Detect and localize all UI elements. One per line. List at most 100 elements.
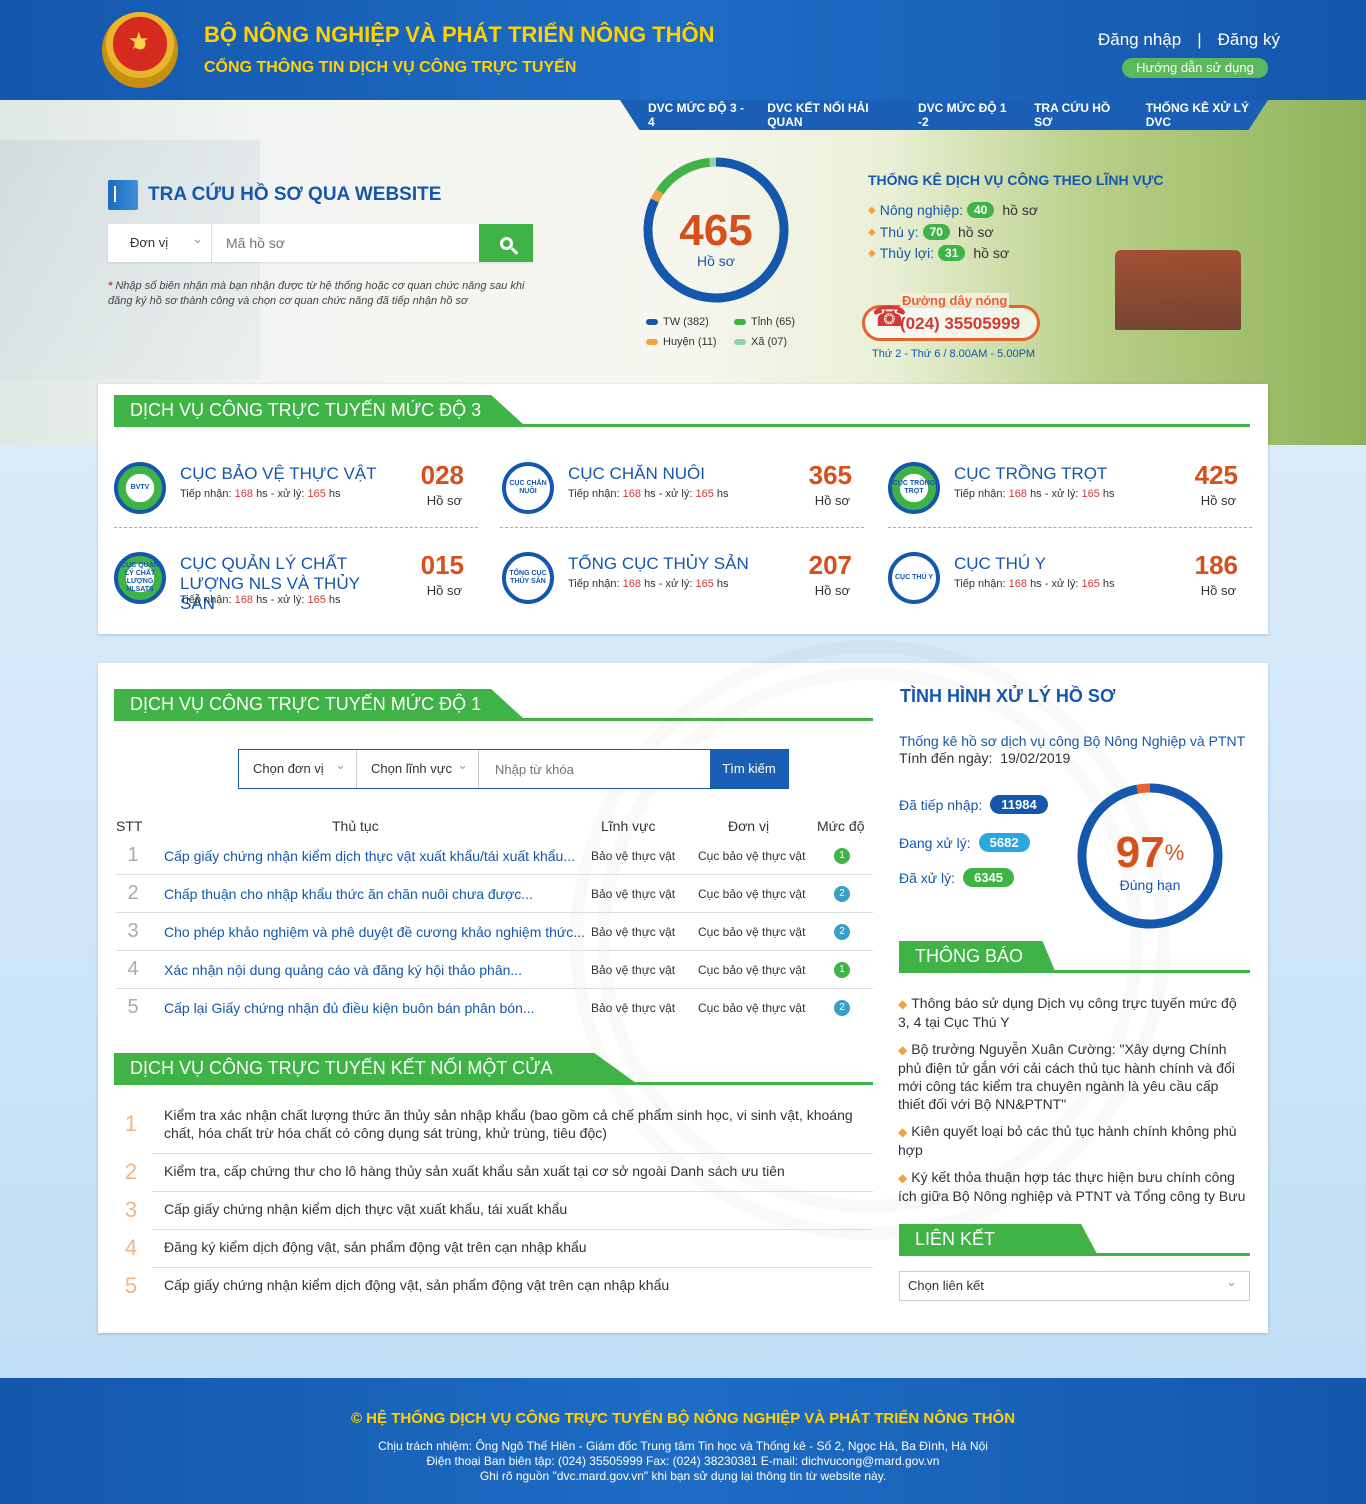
table-row[interactable]: 4 Xác nhận nội dung quảng cáo và đăng ký… [116,951,873,989]
unit-filter-select[interactable]: Chọn đơn vị [239,746,357,788]
agency-logo-icon: CỤC CHĂN NUÔI [502,462,554,514]
procedure-link[interactable]: Xác nhận nội dung quảng cáo và đăng ký h… [164,962,584,978]
item-index: 5 [124,1273,138,1298]
agency-card[interactable]: CỤC TRỒNG TRỌT CỤC TRỒNG TRỌT Tiếp nhận:… [888,452,1254,532]
hotline-box: ☎ Đường dây nóng (024) 35505999 [862,293,1040,345]
single-window-header: DỊCH VỤ CÔNG TRỰC TUYẾN KẾT NỐI MỘT CỬA … [114,1053,873,1085]
stat-irrigation[interactable]: ◆ Thủy lợi: 31 hồ sơ [868,245,1009,261]
level-badge: 1 [834,848,850,864]
agency-logo-icon: TỔNG CỤC THỦY SẢN [502,552,554,604]
nav-statistics[interactable]: THỐNG KÊ XỬ LÝ DVC [1146,101,1268,129]
harvester-image [1115,250,1241,330]
processing-subtitle: Thống kê hồ sơ dịch vụ công Bộ Nông Nghi… [899,733,1246,749]
agency-name: CỤC CHĂN NUÔI [568,464,705,483]
procedure-link[interactable]: Cho phép khảo nghiệm và phê duyệt đề cươ… [164,924,584,940]
keyword-input[interactable] [479,750,710,788]
main-nav: DVC MỨC ĐỘ 3 - 4 DVC KẾT NỐI HẢI QUAN DV… [620,100,1268,130]
notice-item[interactable]: ◆ Bộ trưởng Nguyễn Xuân Cường: "Xây dựng … [898,1040,1248,1113]
agency-logo-icon: CỤC THÚ Y [888,552,940,604]
list-item[interactable]: Kiểm tra xác nhận chất lượng thức ăn thủ… [152,1106,873,1154]
agency-stats: Tiếp nhận: 168 hs - xử lý: 165 hs [568,488,729,500]
agency-name: CỤC BẢO VỆ THỰC VẬT [180,464,377,483]
stat-agriculture[interactable]: ◆ Nông nghiệp: 40 hồ sơ [868,202,1038,218]
unit-select[interactable]: Đơn vị [108,220,212,262]
level-badge: 1 [834,962,850,978]
lookup-search-button[interactable] [479,224,533,262]
links-header: LIÊN KẾT WEBSITE [899,1224,1250,1256]
hotline-number[interactable]: (024) 35505999 [900,314,1020,334]
list-item[interactable]: Cấp giấy chứng nhận kiểm dịch động vật, … [152,1276,873,1306]
table-row[interactable]: 5 Cấp lại Giấy chứng nhận đủ điều kiện b… [116,989,873,1027]
divider [888,527,1252,528]
total-records-value: 465 [679,206,753,255]
ontime-label: Đúng hạn [1119,877,1181,893]
stat-veterinary[interactable]: ◆ Thú y: 70 hồ sơ [868,224,994,240]
agency-name: CỤC TRỒNG TRỌT [954,464,1108,483]
search-icon [499,236,513,250]
legend-commune: Xã (07) [734,336,787,348]
table-row[interactable]: 3 Cho phép khảo nghiệm và phê duyệt đề c… [116,913,873,951]
table-row[interactable]: 1 Cấp giấy chứng nhận kiểm dịch thực vật… [116,837,873,875]
divider [500,527,864,528]
agency-card[interactable]: CỤC CHĂN NUÔI CỤC CHĂN NUÔI Tiếp nhận: 1… [502,452,868,532]
hotline-hours: Thứ 2 - Thứ 6 / 8.00AM - 5.00PM [872,348,1036,360]
notice-item[interactable]: ◆ Kiên quyết loại bỏ các thủ tục hành chí… [898,1122,1248,1159]
field-filter-select[interactable]: Chọn lĩnh vực [357,746,479,788]
ontime-donut-segment [1136,783,1151,794]
field-stats-title: THỐNG KÊ DỊCH VỤ CÔNG THEO LĨNH VỰC [868,172,1164,188]
nav-dvc-12[interactable]: DVC MỨC ĐỘ 1 -2 [918,101,1013,129]
agency-unit: Hồ sơ [814,493,850,508]
agency-stats: Tiếp nhận: 168 hs - xử lý: 165 hs [180,594,341,606]
footer-line: Ghi rõ nguồn "dvc.mard.gov.vn" khi bạn s… [479,1469,887,1483]
website-link-select[interactable]: Chọn liên kết [899,1268,1250,1301]
nav-lookup[interactable]: TRA CỨU HỒ SƠ [1034,101,1125,129]
agency-card[interactable]: TỔNG CỤC THỦY SẢN TỔNG CỤC THỦY SẢN Tiếp… [502,542,868,622]
total-donut-segment [656,157,711,195]
agency-card[interactable]: CỤC QUẢN LÝ CHẤT LƯỢNG NLSATS CỤC QUẢN L… [114,542,480,622]
level-badge: 2 [834,924,850,940]
agency-card[interactable]: CỤC THÚ Y CỤC THÚ Y Tiếp nhận: 168 hs - … [888,542,1254,622]
agency-stats: Tiếp nhận: 168 hs - xử lý: 165 hs [180,488,341,500]
auth-links: Đăng nhập | Đăng ký [1098,30,1280,50]
notice-item[interactable]: ◆ Thông báo sử dụng Dịch vụ công trực tuy… [898,994,1248,1031]
done-stat: Đã xử lý: 6345 [899,868,1014,887]
level-badge: 2 [834,1000,850,1016]
user-guide-button[interactable]: Hướng dẫn sử dụng [1122,58,1268,78]
login-link[interactable]: Đăng nhập [1098,30,1181,50]
footer-line: Điện thoại Ban biên tập: (024) 35505999 … [426,1454,940,1468]
agency-total: 365 [808,460,852,490]
table-row[interactable]: 2 Chấp thuận cho nhập khẩu thức ăn chăn … [116,875,873,913]
processing-title: TÌNH HÌNH XỬ LÝ HỒ SƠ [900,686,1116,706]
agency-total: 028 [420,460,464,490]
list-item[interactable]: Đăng ký kiểm dịch động vật, sản phẩm độn… [152,1238,873,1268]
processing-stat: Đang xử lý: 5682 [899,833,1030,852]
nav-dvc-34[interactable]: DVC MỨC ĐỘ 3 - 4 [648,101,746,129]
agency-logo-icon: CỤC TRỒNG TRỌT [888,462,940,514]
procedure-link[interactable]: Cấp giấy chứng nhận kiểm dịch thực vật x… [164,848,584,864]
agency-unit: Hồ sơ [814,583,850,598]
list-item[interactable]: Kiểm tra, cấp chứng thư cho lô hàng thủy… [152,1162,873,1192]
item-index: 2 [124,1159,138,1184]
ontime-percent: 97% [1115,828,1185,877]
ministry-title: BỘ NÔNG NGHIỆP VÀ PHÁT TRIỂN NÔNG THÔN [204,22,715,47]
agency-card[interactable]: BVTV CỤC BẢO VỆ THỰC VẬT Tiếp nhận: 168 … [114,452,480,532]
level12-search-button[interactable]: Tìm kiếm [710,750,788,788]
item-index: 1 [124,1111,138,1136]
col-procedure: Thủ tục [332,818,379,834]
legend-tw: TW (382) [646,316,709,328]
bullet-icon: ◆ [898,1171,908,1185]
processing-date: Tính đến ngày: 19/02/2019 [899,750,1071,766]
list-item[interactable]: Cấp giấy chứng nhận kiểm dịch thực vật x… [152,1200,873,1230]
agency-name: CỤC THÚ Y [954,554,1046,573]
nav-dvc-customs[interactable]: DVC KẾT NỐI HẢI QUAN [767,101,897,129]
col-field: Lĩnh vực [601,818,656,834]
procedure-link[interactable]: Cấp lại Giấy chứng nhận đủ điều kiện buô… [164,1000,584,1016]
level12-filter-bar: Chọn đơn vị Chọn lĩnh vực Tìm kiếm [238,746,789,789]
notice-item[interactable]: ◆ Ký kết thỏa thuận hợp tác thực hiện bưu… [898,1168,1248,1205]
agency-unit: Hồ sơ [426,583,462,598]
notices-header: THÔNG BÁO [899,941,1250,973]
procedure-link[interactable]: Chấp thuận cho nhập khẩu thức ăn chăn nu… [164,886,584,902]
register-link[interactable]: Đăng ký [1218,30,1280,50]
national-emblem-icon: ★ [102,12,178,88]
record-code-input[interactable] [212,224,479,262]
